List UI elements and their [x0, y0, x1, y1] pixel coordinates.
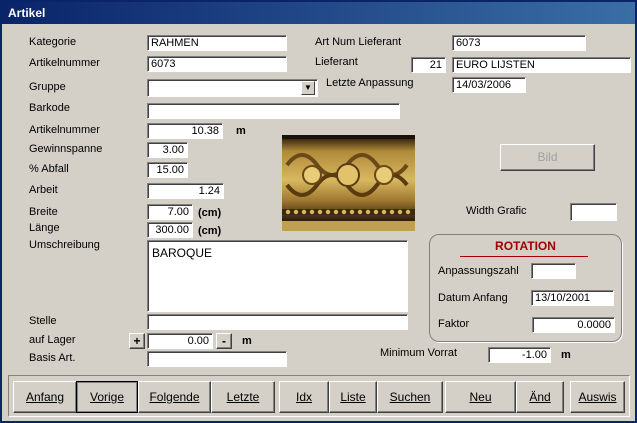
gruppe-label: Gruppe — [29, 81, 66, 93]
basis-art-label: Basis Art. — [29, 352, 76, 364]
umschreibung-field[interactable]: BAROQUE — [147, 240, 408, 312]
faktor-label: Faktor — [438, 318, 470, 330]
folgende-button[interactable]: Folgende — [138, 381, 211, 413]
laenge-field[interactable]: 300.00 — [147, 222, 193, 238]
gruppe-combo[interactable] — [147, 79, 318, 97]
article-picture — [282, 135, 415, 231]
liste-button[interactable]: Liste — [329, 381, 377, 413]
rotation-panel: ROTATION Anpassungszahl Datum Anfang 13/… — [429, 234, 622, 342]
neu-button[interactable]: Neu — [445, 381, 516, 413]
auf-lager-field[interactable]: 0.00 — [147, 333, 213, 349]
minimum-vorrat-label: Minimum Vorrat — [380, 347, 458, 359]
anpassungszahl-label: Anpassungszahl — [438, 265, 519, 277]
arbeit-label: Arbeit — [29, 184, 58, 196]
anpassungszahl-field[interactable] — [531, 263, 576, 279]
navigation-toolbar: Anfang Vorige Folgende Letzte Idx Liste … — [8, 375, 630, 417]
artikelnummer2-label: Artikelnummer — [29, 124, 100, 136]
artikelnummer2-unit: m — [236, 125, 246, 137]
letzte-anpassung-label: Letzte Anpassung — [326, 77, 414, 89]
width-grafic-label: Width Grafic — [466, 205, 527, 217]
stelle-label: Stelle — [29, 315, 57, 327]
vorige-button[interactable]: Vorige — [76, 381, 138, 413]
basis-art-field[interactable] — [147, 351, 287, 367]
chevron-down-icon[interactable]: ▼ — [301, 81, 315, 95]
window-title: Artikel — [2, 2, 635, 24]
minimum-vorrat-field[interactable]: -1.00 — [488, 347, 551, 363]
lieferant-name-field[interactable]: EURO LIJSTEN — [452, 57, 631, 73]
abfall-field[interactable]: 15.00 — [147, 162, 188, 178]
decrease-stock-button[interactable]: - — [216, 333, 232, 349]
breite-field[interactable]: 7.00 — [147, 204, 193, 220]
bild-button[interactable]: Bild — [500, 144, 595, 171]
auf-lager-label: auf Lager — [29, 334, 76, 346]
auswis-button[interactable]: Auswis — [570, 381, 625, 413]
letzte-button[interactable]: Letzte — [211, 381, 275, 413]
abfall-label: % Abfall — [29, 163, 69, 175]
minimum-vorrat-unit: m — [561, 349, 571, 361]
artikel-window: Artikel Kategorie RAHMEN Artikelnummer 6… — [0, 0, 637, 423]
letzte-anpassung-field[interactable]: 14/03/2006 — [452, 77, 526, 93]
auf-lager-unit: m — [242, 335, 252, 347]
laenge-unit: (cm) — [198, 225, 222, 237]
kategorie-label: Kategorie — [29, 36, 77, 48]
increase-stock-button[interactable]: + — [129, 333, 145, 349]
datum-anfang-field[interactable]: 13/10/2001 — [531, 290, 614, 306]
lieferant-label: Lieferant — [315, 56, 358, 68]
laenge-label: Länge — [29, 222, 60, 234]
rotation-divider — [460, 256, 588, 257]
rotation-title: ROTATION — [495, 239, 556, 253]
aend-button[interactable]: Änd — [516, 381, 564, 413]
breite-unit: (cm) — [198, 207, 222, 219]
breite-label: Breite — [29, 206, 58, 218]
frame-moulding-icon — [282, 135, 415, 231]
datum-anfang-label: Datum Anfang — [438, 292, 508, 304]
artikelnummer-field[interactable]: 6073 — [147, 56, 287, 72]
art-num-lieferant-label: Art Num Lieferant — [315, 36, 402, 48]
kategorie-field[interactable]: RAHMEN — [147, 35, 287, 51]
faktor-field[interactable]: 0.0000 — [532, 317, 615, 333]
art-num-lieferant-field[interactable]: 6073 — [452, 35, 586, 51]
stelle-field[interactable] — [147, 314, 408, 330]
gewinnspanne-field[interactable]: 3.00 — [147, 142, 188, 158]
idx-button[interactable]: Idx — [279, 381, 329, 413]
suchen-button[interactable]: Suchen — [377, 381, 443, 413]
artikelnummer-label: Artikelnummer — [29, 57, 100, 69]
gewinnspanne-label: Gewinnspanne — [29, 143, 103, 155]
artikelnummer2-field[interactable]: 10.38 — [147, 123, 223, 139]
arbeit-field[interactable]: 1.24 — [147, 183, 224, 199]
lieferant-code-field[interactable]: 21 — [411, 57, 446, 73]
width-grafic-field[interactable] — [570, 203, 617, 221]
umschreibung-label: Umschreibung — [29, 239, 100, 251]
barkode-field[interactable] — [147, 103, 400, 119]
anfang-button[interactable]: Anfang — [13, 381, 77, 413]
barkode-label: Barkode — [29, 102, 70, 114]
